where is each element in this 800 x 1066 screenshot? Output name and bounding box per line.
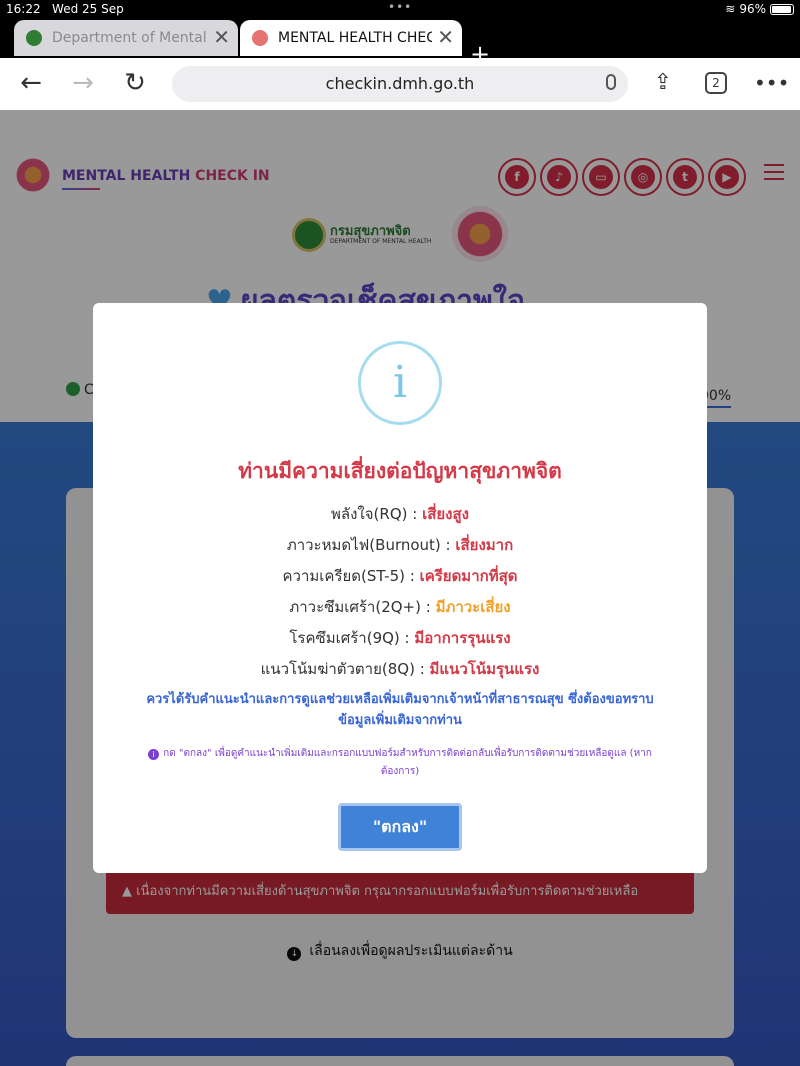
share-icon[interactable]: ⇪ xyxy=(648,68,678,98)
url-toolbar: ← → ↻ checkin.dmh.go.th ⇪ 2 ••• xyxy=(0,58,800,110)
close-tab-icon[interactable]: ✕ xyxy=(213,26,230,48)
advice-text: ควรได้รับคำแนะนำและการดูแลช่วยเหลือเพิ่ม… xyxy=(146,692,654,728)
result-row-suicide-8q: แนวโน้มฆ่าตัวตาย(8Q) : มีแนวโน้มรุนแรง xyxy=(260,660,540,678)
status-time: 16:22 Wed 25 Sep xyxy=(6,2,124,16)
tab-mental-health-check-in[interactable]: MENTAL HEALTH CHECK IN ✕ xyxy=(240,20,462,56)
result-row-stress: ความเครียด(ST-5) : เครียดมากที่สุด xyxy=(282,567,518,585)
info-circle-icon: i xyxy=(148,749,160,760)
multitasking-dots[interactable]: ••• xyxy=(388,0,412,14)
browser-tab-bar: Department of Mental Health ✕ MENTAL HEA… xyxy=(0,18,800,68)
result-row-depression-2q: ภาวะซึมเศร้า(2Q+) : มีภาวะเสี่ยง xyxy=(289,598,511,616)
more-icon[interactable]: ••• xyxy=(754,68,789,98)
battery-percent: 96% xyxy=(739,2,766,16)
ok-button[interactable]: "ตกลง" xyxy=(338,803,462,851)
address-bar[interactable]: checkin.dmh.go.th xyxy=(172,66,628,102)
tab-title: Department of Mental Health xyxy=(52,30,206,46)
dmh-favicon-icon xyxy=(26,30,42,46)
status-bar: 16:22 Wed 25 Sep ••• ≋ 96% xyxy=(0,0,800,18)
close-tab-icon[interactable]: ✕ xyxy=(437,26,454,48)
dialog-note: i กด "ตกลง" เพื่อดูคำแนะนำเพิ่มเติมและกรอ… xyxy=(143,745,657,781)
risk-result-dialog: i ท่านมีความเสี่ยงต่อปัญหาสุขภาพจิต พลัง… xyxy=(93,303,707,873)
back-arrow-icon[interactable]: ← xyxy=(16,68,46,98)
result-row-rq: พลังใจ(RQ) : เสี่ยงสูง xyxy=(331,505,469,523)
battery-icon xyxy=(770,3,794,15)
reload-icon[interactable]: ↻ xyxy=(120,68,150,98)
status-right: ≋ 96% xyxy=(725,2,794,16)
tab-count-button[interactable]: 2 xyxy=(705,72,727,94)
result-row-burnout: ภาวะหมดไฟ(Burnout) : เสี่ยงมาก xyxy=(286,536,514,554)
forward-arrow-icon[interactable]: → xyxy=(68,68,98,98)
tab-title: MENTAL HEALTH CHECK IN xyxy=(278,30,432,46)
info-icon: i xyxy=(358,341,442,425)
microphone-icon[interactable] xyxy=(606,74,616,90)
checkin-favicon-icon xyxy=(252,30,268,46)
assessment-results: พลังใจ(RQ) : เสี่ยงสูง ภาวะหมดไฟ(Burnout… xyxy=(93,503,707,689)
url-text: checkin.dmh.go.th xyxy=(325,74,475,93)
tab-department-of-mental-health[interactable]: Department of Mental Health ✕ xyxy=(14,20,238,56)
wifi-icon: ≋ xyxy=(725,2,736,16)
dialog-title: ท่านมีความเสี่ยงต่อปัญหาสุขภาพจิต xyxy=(238,459,562,483)
result-row-depression-9q: โรคซึมเศร้า(9Q) : มีอาการรุนแรง xyxy=(289,629,511,647)
